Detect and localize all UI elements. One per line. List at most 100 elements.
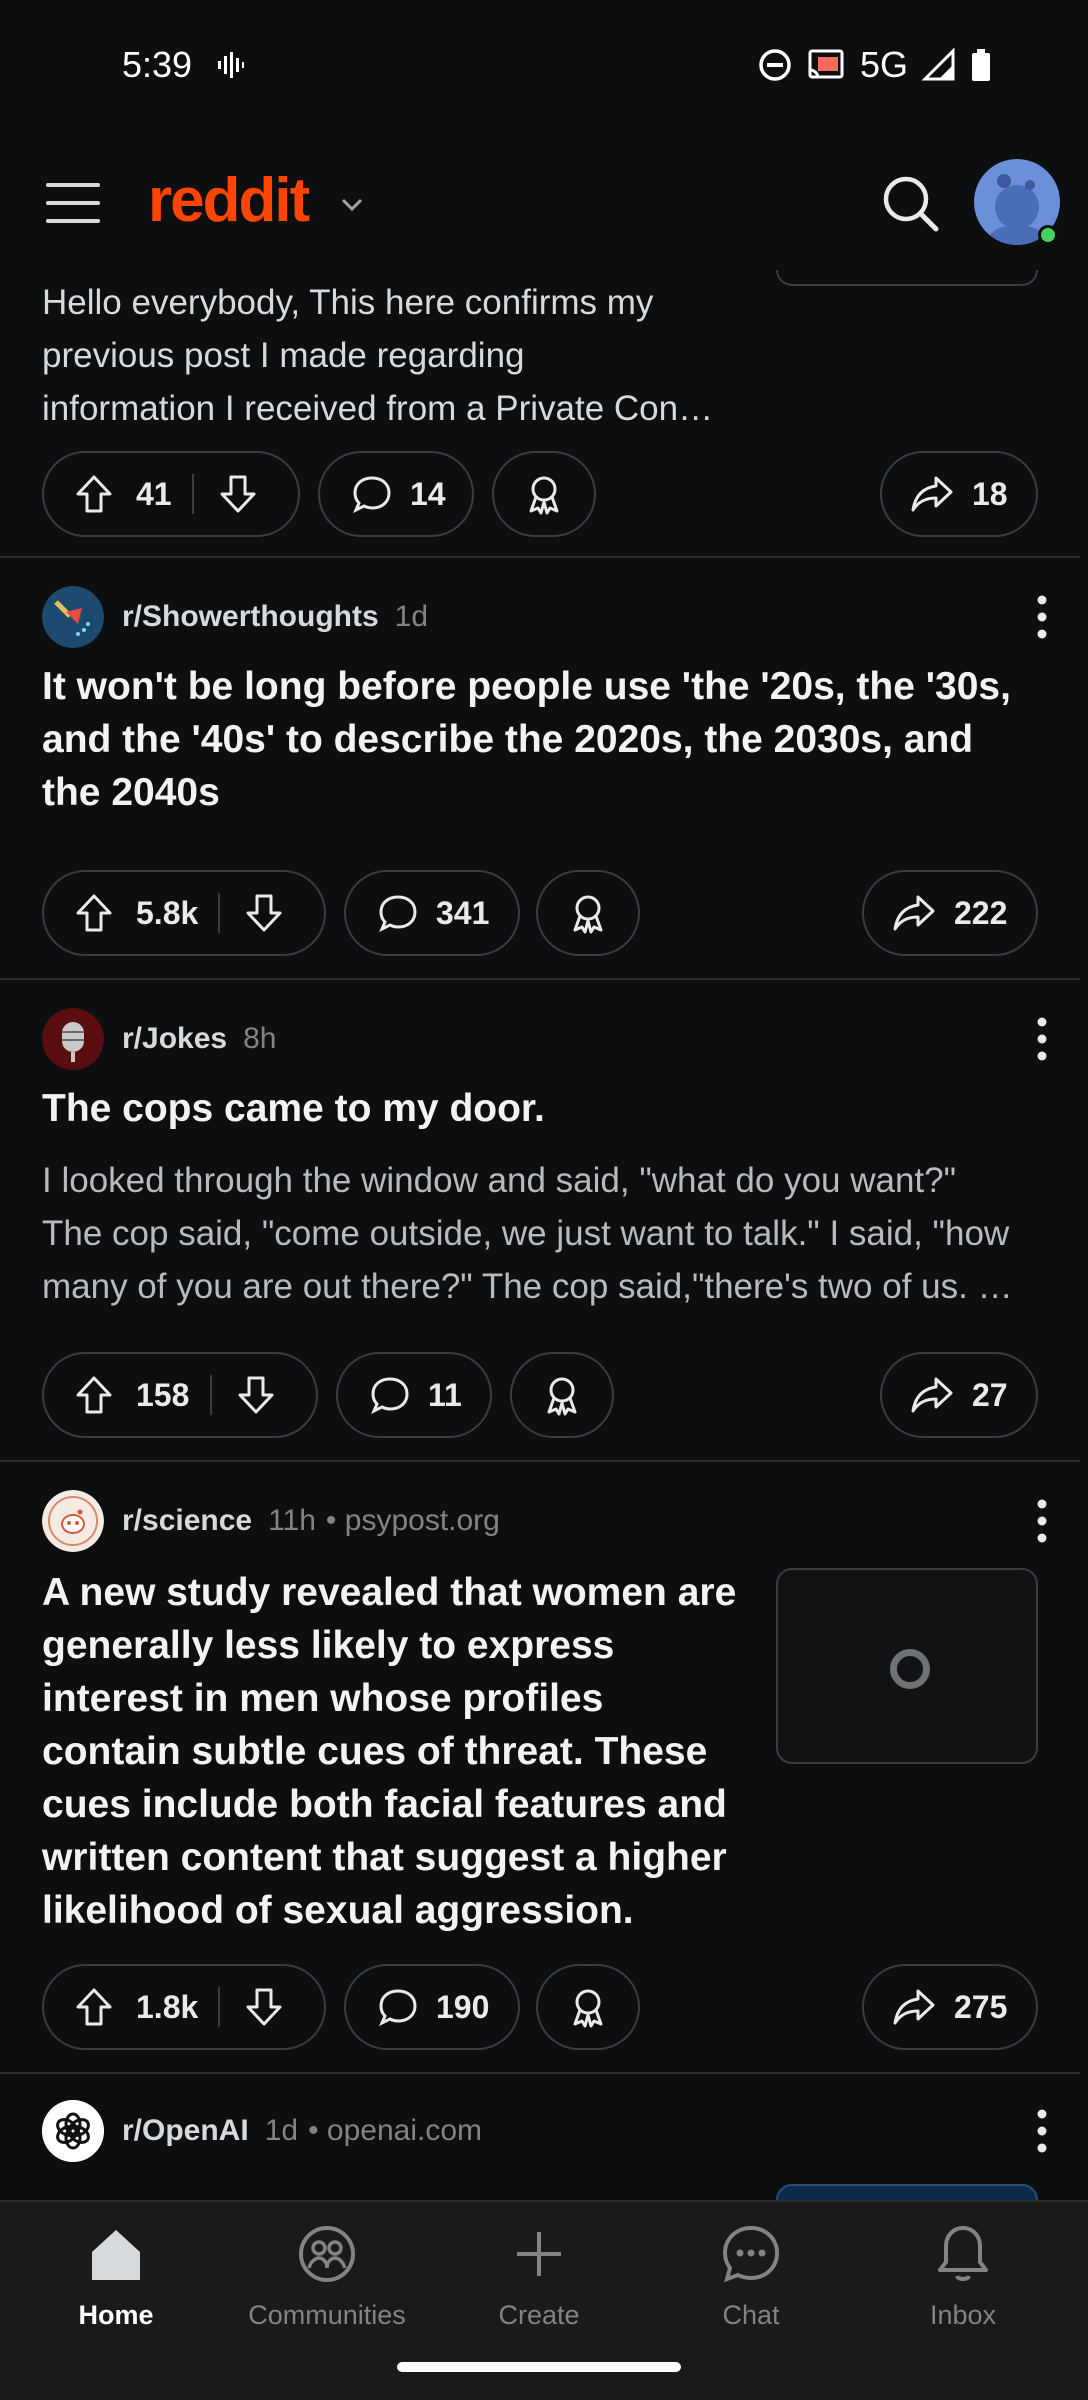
upvote-icon[interactable] (72, 472, 116, 516)
post-card[interactable]: r/science 11h • psypost.org A new study … (0, 1464, 1080, 2074)
post-title-line: generally less likely to express (42, 1624, 615, 1667)
award-button[interactable] (492, 451, 596, 537)
chevron-down-icon[interactable] (338, 191, 366, 219)
nav-inbox[interactable]: Inbox (863, 2202, 1063, 2352)
award-button[interactable] (536, 870, 640, 956)
subreddit-name[interactable]: r/Jokes (122, 1022, 227, 1056)
post-domain[interactable]: • openai.com (308, 2114, 482, 2148)
search-icon[interactable] (880, 173, 942, 235)
network-type: 5G (859, 44, 908, 85)
audio-wave-icon (218, 52, 244, 78)
post-body: Hello everybody, This here confirms my p… (42, 276, 1052, 435)
post-body[interactable]: I looked through the window and said, "w… (42, 1154, 1052, 1313)
upvote-icon[interactable] (72, 1985, 116, 2029)
post-meta: r/Jokes 8h (42, 1008, 276, 1070)
award-icon (573, 895, 603, 934)
post-body-line: I looked through the window and said, "w… (42, 1161, 957, 1200)
nav-home[interactable]: Home (16, 2202, 216, 2352)
post-title[interactable]: It won't be long before people use 'the … (42, 660, 1011, 819)
post-thumbnail[interactable] (776, 1568, 1038, 1764)
menu-line (46, 183, 100, 187)
post-title-line: and the '40s' to describe the 2020s, the… (42, 718, 974, 761)
downvote-icon[interactable] (242, 891, 286, 935)
comments-button[interactable]: 341 (344, 870, 520, 956)
subreddit-name[interactable]: r/science (122, 1504, 252, 1538)
post-title-line: It won't be long before people use 'the … (42, 665, 1011, 708)
subreddit-icon[interactable] (42, 586, 104, 648)
comments-button[interactable]: 190 (344, 1964, 520, 2050)
post-thumbnail[interactable] (776, 2184, 1038, 2200)
nav-communities[interactable]: Communities (227, 2202, 427, 2352)
signal-icon (922, 48, 955, 81)
status-bar: 5:39 5G (0, 0, 1088, 135)
vote-pill: 1.8k (42, 1964, 326, 2050)
share-button[interactable]: 18 (880, 451, 1038, 537)
more-options-icon[interactable] (1022, 1008, 1062, 1070)
award-button[interactable] (536, 1964, 640, 2050)
share-button[interactable]: 275 (862, 1964, 1038, 2050)
post-domain[interactable]: • psypost.org (326, 1504, 500, 1538)
showerhead-icon (42, 586, 104, 648)
post-age: 1d (264, 2114, 299, 2147)
post-title-line: written content that suggest a higher (42, 1836, 727, 1879)
post-card[interactable]: r/Showerthoughts 1d It won't be long bef… (0, 560, 1080, 980)
comment-icon (379, 895, 417, 933)
share-count: 27 (972, 1376, 1008, 1413)
subreddit-icon[interactable] (42, 2100, 104, 2162)
subreddit-icon[interactable] (42, 1490, 104, 1552)
comments-button[interactable]: 11 (336, 1352, 492, 1438)
downvote-icon[interactable] (234, 1373, 278, 1417)
vote-pill: 41 (42, 451, 300, 537)
share-button[interactable]: 222 (862, 870, 1038, 956)
menu-button[interactable] (46, 183, 100, 223)
upvote-icon[interactable] (72, 1373, 116, 1417)
post-actions: 5.8k 341 222 (42, 870, 1038, 956)
upvote-count: 5.8k (136, 894, 199, 931)
post-title-line: likelihood of sexual aggression. (42, 1889, 634, 1932)
home-indicator[interactable] (397, 2362, 681, 2372)
downvote-icon[interactable] (216, 472, 260, 516)
chat-icon (722, 2225, 780, 2283)
post-age: 11h (268, 1504, 316, 1537)
comments-button[interactable]: 14 (318, 451, 474, 537)
award-icon (529, 476, 559, 515)
vote-divider (192, 474, 194, 514)
share-count: 18 (972, 475, 1008, 512)
bell-icon (938, 2226, 988, 2281)
share-icon (911, 476, 953, 512)
reddit-logo[interactable]: reddit (148, 165, 310, 236)
award-button[interactable] (510, 1352, 614, 1438)
share-button[interactable]: 27 (880, 1352, 1038, 1438)
nav-label: Chat (722, 2300, 780, 2330)
post-title[interactable]: The cops came to my door. (42, 1082, 545, 1135)
comment-icon (371, 1377, 409, 1415)
downvote-icon[interactable] (242, 1985, 286, 2029)
upvote-icon[interactable] (72, 891, 116, 935)
nav-label: Home (78, 2300, 154, 2330)
post-meta: r/OpenAI 1d • openai.com (42, 2100, 482, 2162)
subreddit-icon[interactable] (42, 1008, 104, 1070)
share-icon (893, 895, 935, 931)
nav-chat[interactable]: Chat (651, 2202, 851, 2352)
battery-icon (972, 49, 990, 81)
post-card[interactable]: r/OpenAI 1d • openai.com (0, 2076, 1080, 2200)
post-title-line: the 2040s (42, 771, 220, 814)
vote-divider (210, 1375, 212, 1415)
more-options-icon[interactable] (1022, 1490, 1062, 1552)
feed[interactable]: Hello everybody, This here confirms my p… (0, 270, 1088, 2200)
comment-icon (353, 476, 391, 514)
post-card[interactable]: Hello everybody, This here confirms my p… (0, 270, 1080, 558)
more-options-icon[interactable] (1022, 2100, 1062, 2162)
science-snoo-icon (42, 1490, 104, 1552)
subreddit-name[interactable]: r/OpenAI (122, 2114, 249, 2148)
post-card[interactable]: r/Jokes 8h The cops came to my door. I l… (0, 982, 1080, 1462)
subreddit-name[interactable]: r/Showerthoughts (122, 600, 379, 634)
post-title[interactable]: A new study revealed that women are gene… (42, 1566, 762, 1937)
comment-count: 14 (410, 475, 446, 512)
vote-divider (218, 893, 220, 933)
status-time: 5:39 (122, 44, 193, 85)
loading-spinner (890, 1649, 930, 1689)
do-not-disturb-icon (759, 49, 791, 81)
more-options-icon[interactable] (1022, 586, 1062, 648)
nav-create[interactable]: Create (439, 2202, 639, 2352)
